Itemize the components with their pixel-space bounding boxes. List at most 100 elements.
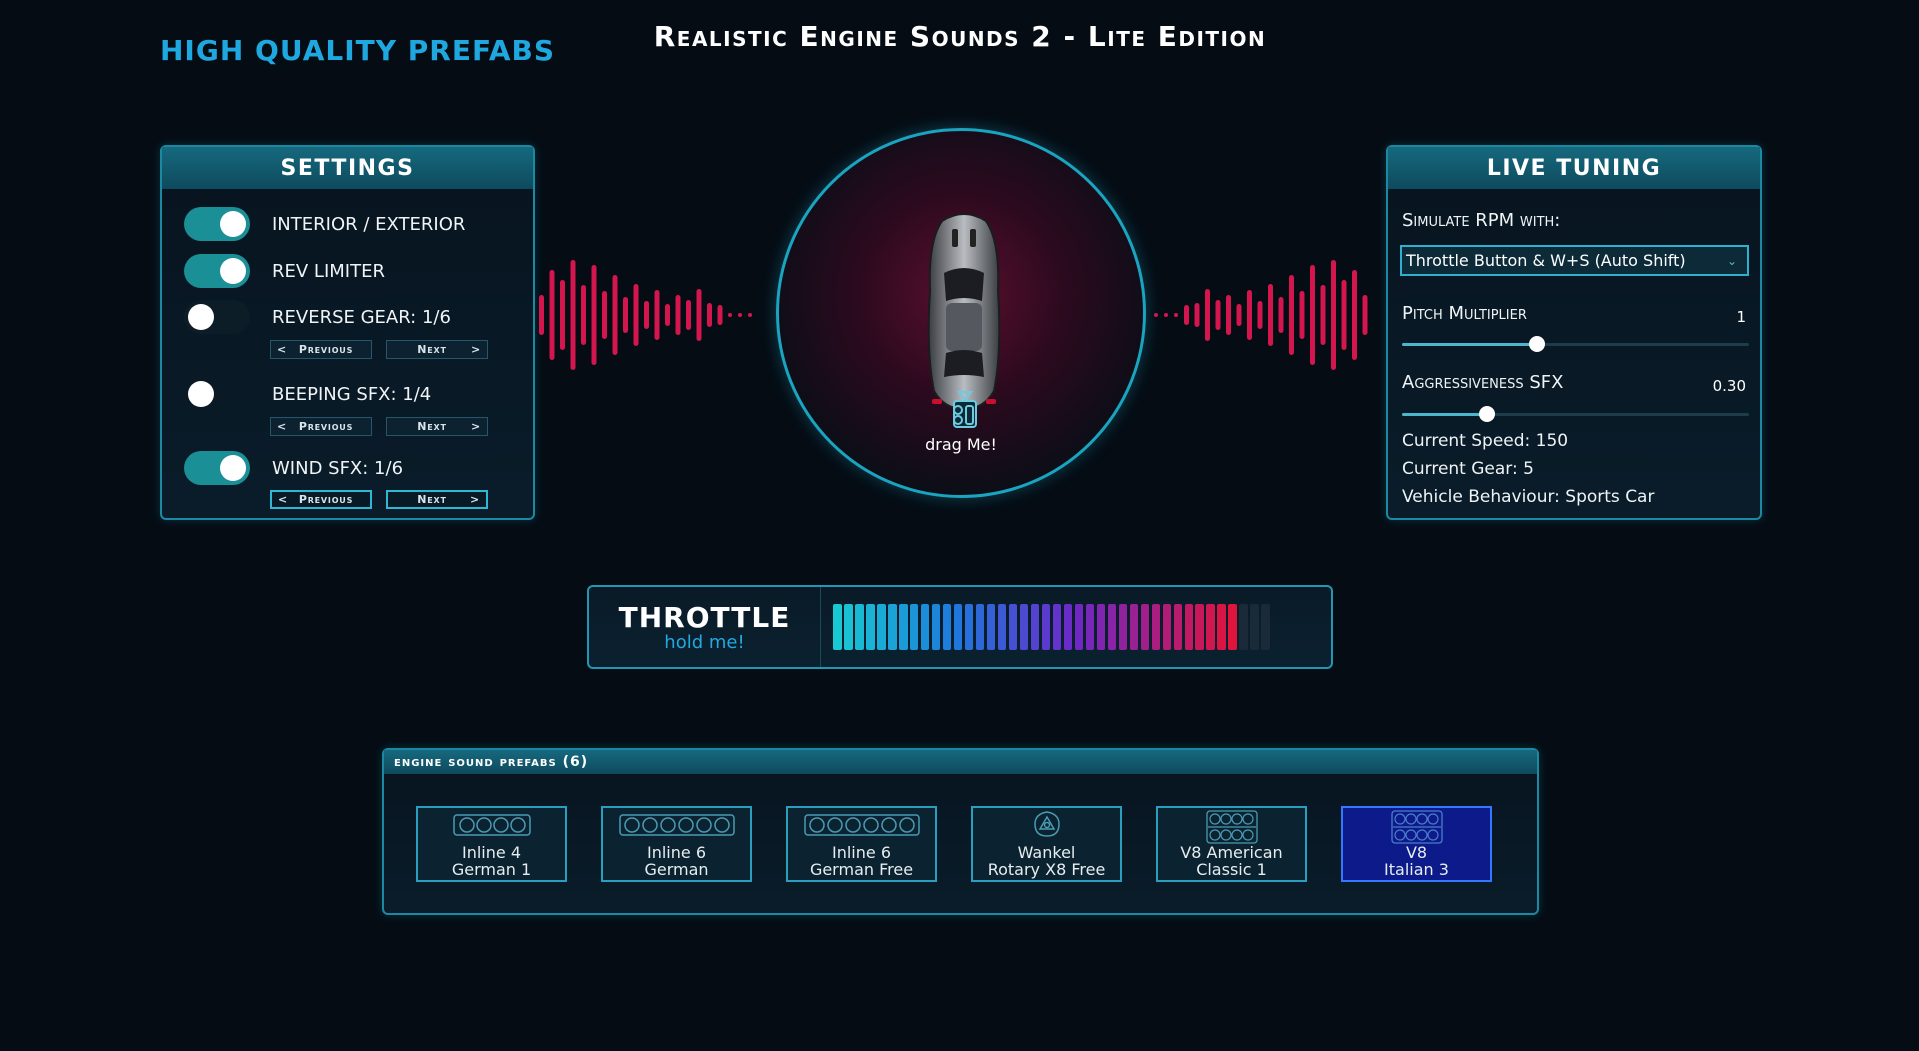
setting-row-wind-sfx: WIND SFX: 1/6 [184, 448, 403, 488]
sound-wave-left [539, 260, 752, 370]
engine-prefabs-header: engine sound prefabs (6) [384, 750, 1537, 774]
prefab-inline4-german1[interactable]: Inline 4 German 1 [416, 806, 567, 882]
interior-exterior-toggle[interactable] [184, 207, 250, 241]
sound-wave-bar [1194, 303, 1200, 327]
prefab-wankel-rotary-x8-free[interactable]: Wankel Rotary X8 Free [971, 806, 1122, 882]
throttle-meter-bar [1250, 604, 1259, 650]
aggressiveness-value: 0.30 [1712, 377, 1746, 395]
brand-title: HIGH QUALITY PREFABS [160, 34, 556, 67]
simulate-rpm-label: Simulate RPM with: [1402, 210, 1561, 231]
aggressiveness-fill [1402, 413, 1487, 416]
sound-wave-bar [591, 265, 597, 365]
beeping-sfx-previous-button[interactable]: < Previous [270, 417, 372, 436]
live-tuning-panel: LIVE TUNING Simulate RPM with: Throttle … [1386, 145, 1762, 520]
prefab-name-line1: Wankel [1017, 843, 1076, 862]
throttle-meter-bar [1173, 604, 1183, 650]
sound-wave-bar [1247, 290, 1252, 340]
throttle-meter-bar [964, 604, 974, 650]
sound-wave-right [1154, 260, 1368, 370]
sound-wave-bar [633, 284, 639, 346]
car-icon[interactable] [922, 211, 1006, 411]
engine-prefabs-panel: engine sound prefabs (6) Inline 4 German… [382, 748, 1539, 915]
simulate-rpm-dropdown[interactable]: Throttle Button & W+S (Auto Shift) ⌄ [1400, 245, 1749, 276]
pitch-multiplier-value: 1 [1736, 308, 1746, 326]
sound-wave-bar [623, 297, 628, 333]
sound-wave-dot [1174, 313, 1178, 317]
engine-prefabs-count: (6) [562, 754, 589, 770]
throttle-meter-bar [1008, 604, 1018, 650]
car-drag-area[interactable]: drag Me! [776, 128, 1146, 498]
toggle-knob [220, 211, 246, 237]
next-label: Next [417, 493, 447, 506]
throttle-meter-bar [909, 604, 919, 650]
prefab-v8-american-classic1[interactable]: V8 American Classic 1 [1156, 806, 1307, 882]
sound-wave-bar [1320, 285, 1326, 345]
chevron-right-icon: > [469, 493, 480, 506]
throttle-meter-bar [986, 604, 996, 650]
aggressiveness-thumb[interactable] [1479, 406, 1495, 422]
prefab-list: Inline 4 German 1 Inline 6 German Inline… [416, 806, 1492, 882]
sound-wave-bar [1310, 265, 1315, 365]
throttle-meter-bar [1118, 604, 1128, 650]
sound-wave-bar [570, 260, 576, 370]
reverse-gear-toggle[interactable] [184, 300, 250, 334]
prefab-inline6-german[interactable]: Inline 6 German [601, 806, 752, 882]
settings-panel: SETTINGS INTERIOR / EXTERIOR REV LIMITER… [160, 145, 535, 520]
reverse-gear-label: REVERSE GEAR: 1/6 [272, 306, 451, 328]
sound-wave-bar [612, 275, 618, 355]
throttle-meter-bar [1129, 604, 1139, 650]
beeping-sfx-nav: < Previous Next > [270, 417, 488, 436]
sound-wave-dot [1154, 313, 1158, 317]
sound-wave-bar [581, 285, 586, 345]
interior-exterior-label: INTERIOR / EXTERIOR [272, 213, 466, 235]
beeping-sfx-label: BEEPING SFX: 1/4 [272, 383, 432, 405]
beeping-sfx-toggle[interactable] [184, 377, 250, 411]
beeping-sfx-next-button[interactable]: Next > [386, 417, 488, 436]
sound-wave-dot [728, 313, 732, 317]
setting-row-rev-limiter: REV LIMITER [184, 251, 385, 291]
throttle-meter-bar [1151, 604, 1161, 650]
pitch-multiplier-slider[interactable] [1402, 336, 1749, 352]
sound-wave-bar [1257, 301, 1263, 329]
prefab-v8-italian3[interactable]: V8 Italian 3 [1341, 806, 1492, 882]
prefab-name-line1: Inline 6 [832, 843, 891, 862]
setting-row-beeping-sfx: BEEPING SFX: 1/4 [184, 374, 431, 414]
drag-handle-icon[interactable] [946, 389, 984, 429]
chevron-left-icon: < [278, 493, 289, 506]
rev-limiter-toggle[interactable] [184, 254, 250, 288]
throttle-meter-bar [843, 604, 853, 650]
next-label: Next [417, 343, 447, 356]
throttle-meter-bar [1052, 604, 1062, 650]
sound-wave-dot [1164, 313, 1168, 317]
wind-sfx-label: WIND SFX: 1/6 [272, 457, 404, 479]
previous-label: Previous [298, 493, 354, 506]
inline-6-engine-icon [618, 814, 735, 836]
chevron-right-icon: > [470, 343, 481, 356]
toggle-knob [220, 258, 246, 284]
throttle-meter-bar [1030, 604, 1040, 650]
aggressiveness-slider[interactable] [1402, 406, 1749, 422]
sound-wave-bar [707, 303, 712, 327]
chevron-left-icon: < [277, 343, 288, 356]
vehicle-behaviour-text: Vehicle Behaviour: Sports Car [1402, 487, 1655, 507]
prefab-inline6-german-free[interactable]: Inline 6 German Free [786, 806, 937, 882]
rotary-engine-icon [1033, 811, 1060, 837]
wind-sfx-next-button[interactable]: Next > [386, 490, 488, 509]
throttle-meter-bar [1074, 604, 1084, 650]
pitch-multiplier-thumb[interactable] [1529, 336, 1546, 352]
reverse-gear-previous-button[interactable]: < Previous [270, 340, 372, 359]
throttle-meter-bar [942, 604, 952, 650]
wind-sfx-previous-button[interactable]: < Previous [270, 490, 372, 509]
throttle-button[interactable]: THROTTLE hold me! [587, 585, 1333, 669]
sound-wave-bar [602, 291, 607, 339]
reverse-gear-next-button[interactable]: Next > [386, 340, 488, 359]
sound-wave-bar [1362, 295, 1368, 335]
throttle-meter-bar [953, 604, 963, 650]
sound-wave-bar [560, 280, 565, 350]
throttle-meter-bar [876, 604, 886, 650]
wind-sfx-toggle[interactable] [184, 451, 250, 485]
throttle-meter-bar [1096, 604, 1106, 650]
previous-label: Previous [298, 420, 354, 433]
inline-6-engine-icon [803, 814, 920, 836]
sound-wave-bar [1226, 295, 1231, 335]
